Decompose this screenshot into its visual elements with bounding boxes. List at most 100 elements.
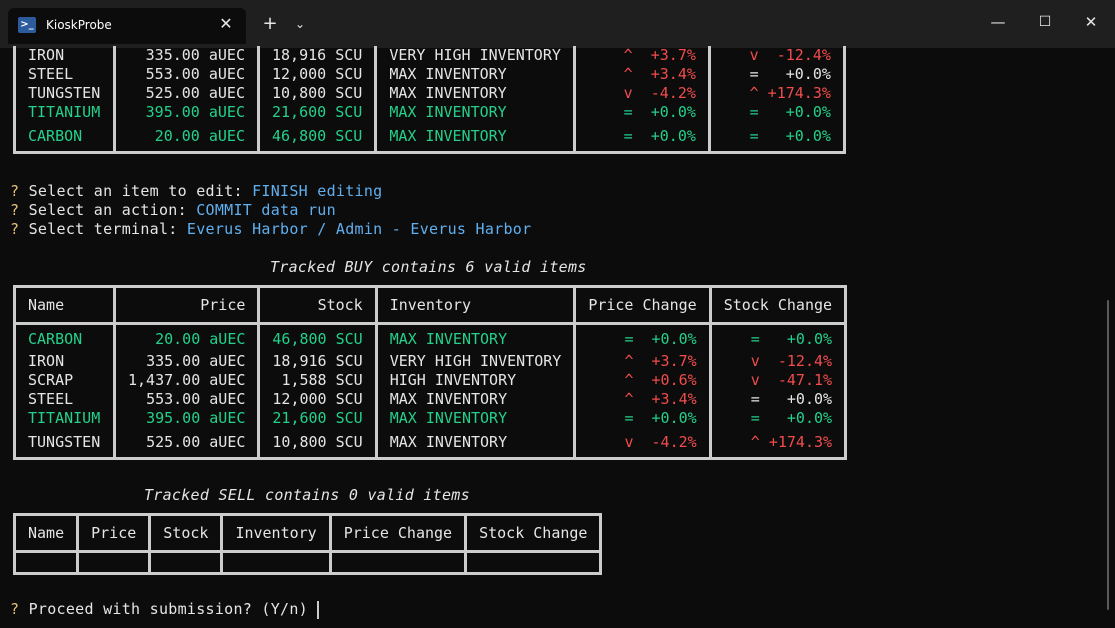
item-inventory: HIGH INVENTORY [374, 371, 577, 390]
item-stock: 46,800 SCU [257, 323, 378, 352]
final-prompt[interactable]: ? Proceed with submission? (Y/n) [10, 600, 320, 619]
item-price-change: ^ +0.6% [573, 371, 712, 390]
buy-table-title: Tracked BUY contains 6 valid items [270, 258, 587, 276]
item-stock-change: = +0.0% [707, 103, 846, 122]
sell-header-row: Name Price Stock Inventory Price Change … [12, 514, 603, 553]
sell-header-stock-change: Stock Change [464, 514, 603, 553]
item-stock-change: ^ +174.3% [707, 84, 846, 103]
item-inventory: MAX INVENTORY [374, 428, 577, 459]
item-stock: 12,000 SCU [256, 65, 378, 84]
chevron-down-icon[interactable]: ⌄ [288, 12, 312, 36]
item-stock-change: = +0.0% [708, 390, 848, 409]
sell-header-name: Name [12, 514, 80, 553]
item-stock: 46,800 SCU [256, 122, 378, 153]
table-row: CARBON 20.00 aUEC 46,800 SCU MAX INVENTORY =… [13, 122, 846, 153]
item-inventory: MAX INVENTORY [374, 409, 577, 428]
buy-header-price-change: Price Change [573, 286, 712, 325]
sell-header-inventory: Inventory [220, 514, 332, 553]
item-stock-change: v -47.1% [708, 371, 848, 390]
prompt-label: Select an action: [28, 201, 187, 219]
prompt-label: Select an item to edit: [28, 182, 243, 200]
item-price: 20.00 aUEC [112, 323, 261, 352]
prompt-line: ? Select an item to edit: FINISH editing [10, 182, 382, 201]
item-stock: 12,000 SCU [257, 390, 378, 409]
item-price: 20.00 aUEC [113, 122, 260, 153]
item-stock-change: = +0.0% [708, 323, 848, 352]
table-row: TUNGSTEN 525.00 aUEC 10,800 SCU MAX INVENTO… [13, 428, 848, 459]
table-row: SCRAP 1,437.00 aUEC 1,588 SCU HIGH INVENTOR… [13, 371, 848, 390]
table-row: TITANIUM 395.00 aUEC 21,600 SCU MAX INVENTO… [13, 103, 846, 122]
table-row: STEEL 553.00 aUEC 12,000 SCU MAX INVENTORY ^… [13, 390, 848, 409]
prompt-answer: COMMIT data run [196, 201, 336, 219]
sell-header-stock: Stock [148, 514, 224, 553]
item-stock-change: = +0.0% [707, 65, 846, 84]
item-price-change: ^ +3.7% [573, 352, 712, 371]
new-tab-icon[interactable]: + [258, 12, 282, 36]
top-partial-table: IRON 335.00 aUEC 18,916 SCU VERY HIGH INVEN… [13, 46, 846, 154]
scrollbar[interactable] [1107, 300, 1109, 610]
item-price: 335.00 aUEC [112, 352, 261, 371]
terminal-tab[interactable]: >_ KioskProbe ✕ [8, 8, 246, 44]
prompt-question-mark: ? [10, 201, 20, 219]
table-row: TUNGSTEN 525.00 aUEC 10,800 SCU MAX INVENTO… [13, 84, 846, 103]
item-stock: 1,588 SCU [257, 371, 378, 390]
prompt-question-mark: ? [10, 220, 20, 238]
item-inventory: VERY HIGH INVENTORY [374, 352, 577, 371]
item-price-change: ^ +3.4% [573, 390, 712, 409]
sell-header-price-change: Price Change [328, 514, 468, 553]
item-price-change: = +0.0% [573, 323, 712, 352]
table-row: TITANIUM 395.00 aUEC 21,600 SCU MAX INVENTO… [13, 409, 848, 428]
item-price-change: = +0.0% [572, 103, 711, 122]
item-stock: 21,600 SCU [256, 103, 378, 122]
buy-header-inventory: Inventory [374, 286, 577, 325]
item-price: 553.00 aUEC [112, 390, 261, 409]
item-inventory: MAX INVENTORY [374, 65, 576, 84]
buy-header-stock: Stock [257, 286, 378, 325]
item-inventory: MAX INVENTORY [374, 84, 576, 103]
table-row: STEEL 553.00 aUEC 12,000 SCU MAX INVENTORY ^… [13, 65, 846, 84]
item-price-change: v -4.2% [573, 428, 712, 459]
item-price: 395.00 aUEC [113, 103, 260, 122]
prompt-question-mark: ? [10, 600, 20, 618]
item-stock-change: = +0.0% [707, 122, 846, 153]
buy-header-row: Name Price Stock Inventory Price Change … [13, 286, 848, 325]
item-price: 553.00 aUEC [113, 65, 260, 84]
sell-table: Name Price Stock Inventory Price Change … [12, 513, 603, 575]
sell-empty-row [12, 551, 603, 574]
prompt-line: ? Select terminal: Everus Harbor / Admin… [10, 220, 531, 239]
prompt-line: ? Select an action: COMMIT data run [10, 201, 336, 220]
item-price-change: ^ +3.7% [572, 46, 711, 65]
buy-header-stock-change: Stock Change [708, 286, 848, 325]
item-stock: 10,800 SCU [256, 84, 378, 103]
item-name: IRON [13, 352, 116, 371]
item-name: STEEL [13, 65, 116, 84]
sell-table-title: Tracked SELL contains 0 valid items [144, 486, 470, 504]
item-price-change: ^ +3.4% [572, 65, 711, 84]
prompt-answer: Everus Harbor / Admin - Everus Harbor [186, 220, 532, 238]
final-prompt-label: Proceed with submission? (Y/n) [28, 600, 308, 618]
title-bar: >_ KioskProbe ✕ + ⌄ — ☐ ✕ [0, 0, 1115, 48]
maximize-icon[interactable]: ☐ [1022, 0, 1068, 44]
item-name: SCRAP [13, 371, 116, 390]
item-price-change: = +0.0% [572, 122, 711, 153]
text-cursor [317, 600, 320, 619]
close-icon[interactable]: ✕ [1068, 0, 1114, 44]
item-price: 525.00 aUEC [112, 428, 261, 459]
item-stock-change: v -12.4% [708, 352, 848, 371]
table-row: CARBON 20.00 aUEC 46,800 SCU MAX INVENTORY =… [13, 323, 848, 352]
table-row: IRON 335.00 aUEC 18,916 SCU VERY HIGH INVEN… [13, 352, 848, 371]
item-inventory: VERY HIGH INVENTORY [374, 46, 576, 65]
item-stock: 18,916 SCU [257, 352, 378, 371]
item-stock-change: ^ +174.3% [708, 428, 848, 459]
item-inventory: MAX INVENTORY [374, 390, 577, 409]
item-price-change: = +0.0% [573, 409, 712, 428]
item-stock: 18,916 SCU [256, 46, 378, 65]
tab-title: KioskProbe [46, 18, 112, 32]
powershell-icon: >_ [18, 17, 36, 33]
prompt-label: Select terminal: [28, 220, 178, 238]
item-price: 525.00 aUEC [113, 84, 260, 103]
tab-close-icon[interactable]: ✕ [216, 14, 236, 34]
minimize-icon[interactable]: — [975, 0, 1021, 44]
prompt-answer: FINISH editing [252, 182, 383, 200]
buy-header-price: Price [112, 286, 261, 325]
